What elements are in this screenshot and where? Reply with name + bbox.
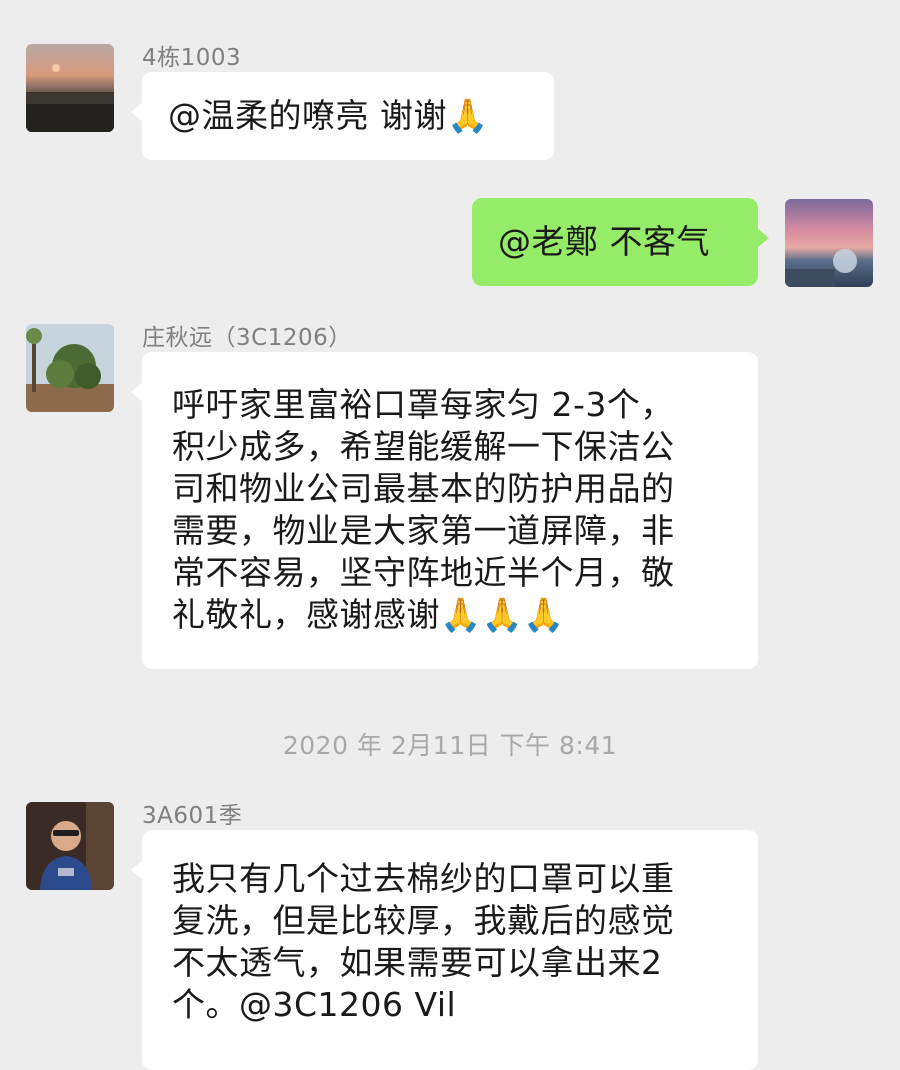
message-text: @老鄭 不客气: [498, 222, 710, 261]
message-text-line: 我只有几个过去棉纱的口罩可以重: [172, 859, 675, 898]
message-text-line: 呼吁家里富裕口罩每家匀 2-3个，: [172, 385, 674, 424]
message-text-line: 礼敬礼，感谢感谢🙏🙏🙏: [172, 595, 565, 634]
message-bubble[interactable]: @温柔的嘹亮 谢谢🙏: [131, 72, 554, 160]
message-bubble[interactable]: 我只有几个过去棉纱的口罩可以重 复洗，但是比较厚，我戴后的感觉 不太透气，如果需…: [131, 830, 758, 1070]
message-text-line: 积少成多，希望能缓解一下保洁公: [172, 427, 675, 466]
message-text-line: 复洗，但是比较厚，我戴后的感觉: [172, 901, 675, 940]
chat-timestamp: 2020 年 2月11日 下午 8:41: [282, 731, 618, 760]
sender-name: 3A601季: [142, 803, 243, 829]
tree-photo-avatar-image: [26, 324, 114, 412]
message-text: @温柔的嘹亮 谢谢🙏: [168, 96, 489, 135]
avatar-sunset[interactable]: [26, 44, 114, 132]
my-avatar[interactable]: [785, 199, 873, 287]
avatar-person[interactable]: [26, 802, 114, 890]
sender-name: 庄秋远（3C1206）: [142, 325, 352, 351]
seaside-dusk-avatar-image: [785, 199, 873, 287]
sender-name: 4栋1003: [142, 45, 242, 71]
my-message-bubble[interactable]: @老鄭 不客气: [472, 198, 769, 286]
message-text-line: 常不容易，坚守阵地近半个月，敬: [172, 553, 675, 592]
message-text-line: 司和物业公司最基本的防护用品的: [172, 469, 675, 508]
message-text-line: 不太透气，如果需要可以拿出来2: [172, 943, 663, 982]
message-bubble[interactable]: 呼吁家里富裕口罩每家匀 2-3个， 积少成多，希望能缓解一下保洁公 司和物业公司…: [131, 352, 758, 669]
person-photo-avatar-image: [26, 802, 114, 890]
message-text-line: 个。@3C1206 Vil: [172, 985, 457, 1024]
message-text-line: 需要，物业是大家第一道屏障，非: [172, 511, 675, 550]
sunset-landscape-avatar-image: [26, 44, 114, 132]
avatar-tree[interactable]: [26, 324, 114, 412]
